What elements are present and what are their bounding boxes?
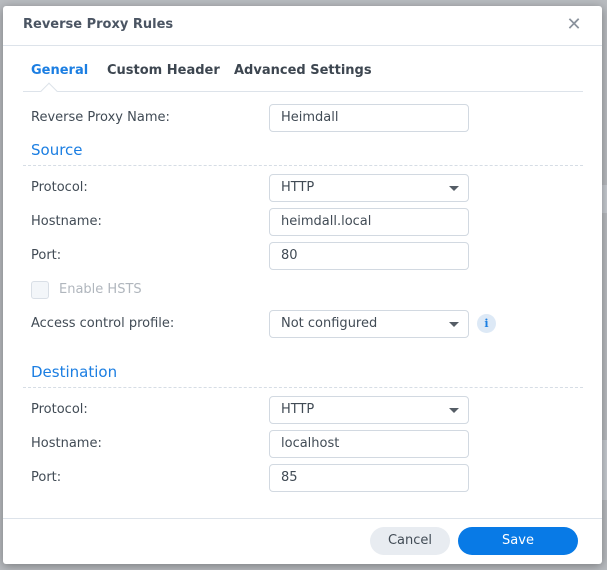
destination-protocol-select[interactable]: HTTP bbox=[269, 396, 469, 424]
name-row: Reverse Proxy Name: Heimdall bbox=[31, 104, 571, 132]
name-label: Reverse Proxy Name: bbox=[31, 110, 170, 125]
source-protocol-value: HTTP bbox=[281, 180, 315, 195]
destination-hostname-input[interactable]: localhost bbox=[269, 430, 469, 458]
chevron-down-icon bbox=[449, 186, 459, 191]
tab-advanced-settings[interactable]: Advanced Settings bbox=[234, 63, 372, 78]
tab-custom-header[interactable]: Custom Header bbox=[107, 63, 220, 78]
enable-hsts-checkbox[interactable] bbox=[31, 281, 49, 299]
save-button[interactable]: Save bbox=[458, 527, 578, 555]
dialog-title: Reverse Proxy Rules bbox=[23, 17, 174, 32]
access-control-row: Access control profile: Not configured i bbox=[31, 310, 571, 338]
source-protocol-select[interactable]: HTTP bbox=[269, 174, 469, 202]
dialog-titlebar: Reverse Proxy Rules ✕ bbox=[3, 6, 602, 46]
tab-general[interactable]: General bbox=[31, 63, 88, 78]
access-control-select[interactable]: Not configured bbox=[269, 310, 469, 338]
source-hostname-input[interactable]: heimdall.local bbox=[269, 208, 469, 236]
chevron-down-icon bbox=[449, 408, 459, 413]
tab-bar: General Custom Header Advanced Settings bbox=[23, 63, 583, 100]
source-protocol-label: Protocol: bbox=[31, 180, 88, 195]
source-port-input[interactable]: 80 bbox=[269, 242, 469, 270]
dialog-footer: Cancel Save bbox=[3, 518, 602, 564]
source-divider bbox=[23, 165, 583, 166]
active-tab-indicator bbox=[40, 82, 58, 100]
info-icon[interactable]: i bbox=[477, 314, 496, 333]
chevron-down-icon bbox=[449, 322, 459, 327]
destination-hostname-label: Hostname: bbox=[31, 436, 102, 451]
source-section-title: Source bbox=[31, 141, 83, 159]
source-port-row: Port: 80 bbox=[31, 242, 571, 270]
destination-port-input[interactable]: 85 bbox=[269, 464, 469, 492]
cancel-button[interactable]: Cancel bbox=[370, 527, 450, 555]
destination-divider bbox=[23, 387, 583, 388]
destination-port-label: Port: bbox=[31, 470, 62, 485]
source-hostname-row: Hostname: heimdall.local bbox=[31, 208, 571, 236]
enable-hsts-label: Enable HSTS bbox=[59, 282, 142, 297]
destination-protocol-label: Protocol: bbox=[31, 402, 88, 417]
reverse-proxy-dialog: Reverse Proxy Rules ✕ General Custom Hea… bbox=[3, 6, 602, 564]
name-input[interactable]: Heimdall bbox=[269, 104, 469, 132]
access-control-value: Not configured bbox=[281, 316, 378, 331]
access-control-label: Access control profile: bbox=[31, 316, 175, 331]
destination-section-title: Destination bbox=[31, 363, 118, 381]
source-port-label: Port: bbox=[31, 248, 62, 263]
source-hostname-label: Hostname: bbox=[31, 214, 102, 229]
destination-hostname-row: Hostname: localhost bbox=[31, 430, 571, 458]
source-protocol-row: Protocol: HTTP bbox=[31, 174, 571, 202]
destination-protocol-value: HTTP bbox=[281, 402, 315, 417]
destination-protocol-row: Protocol: HTTP bbox=[31, 396, 571, 424]
destination-port-row: Port: 85 bbox=[31, 464, 571, 492]
close-icon[interactable]: ✕ bbox=[566, 15, 582, 35]
